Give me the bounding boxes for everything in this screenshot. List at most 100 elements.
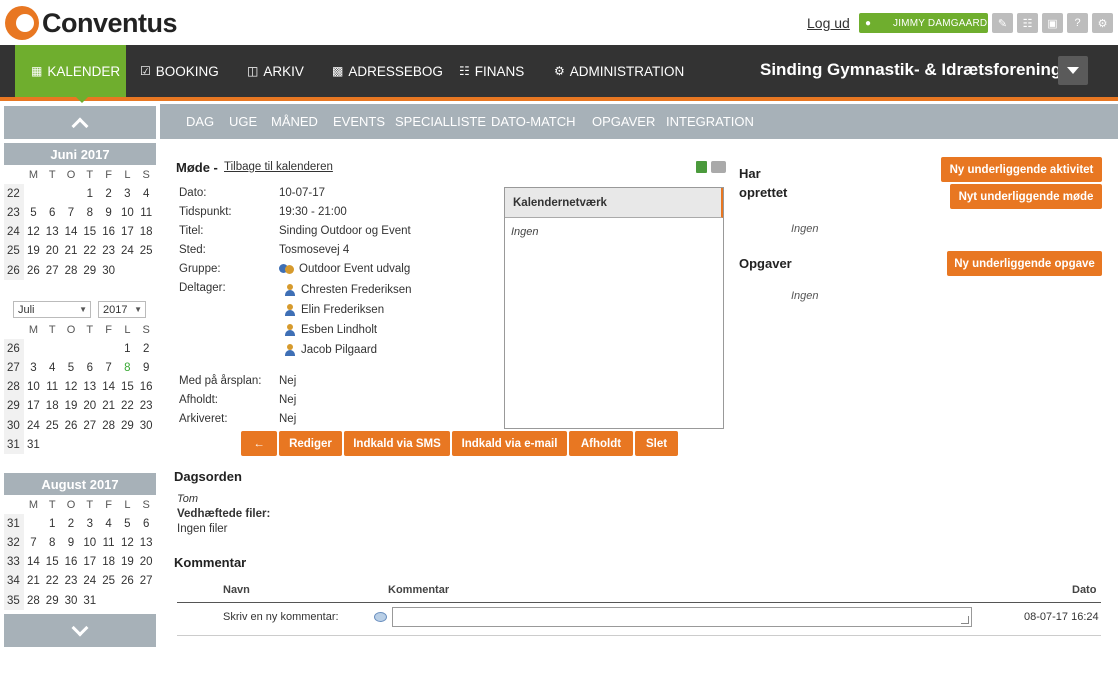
logout-link[interactable]: Log ud: [807, 15, 850, 31]
calendar-day[interactable]: 30: [99, 265, 118, 277]
nav-item-finans[interactable]: ☷ FINANS: [459, 45, 524, 97]
calendar-day[interactable]: 31: [24, 439, 43, 451]
calendar-day[interactable]: 7: [99, 362, 118, 374]
help-icon[interactable]: ?: [1067, 13, 1088, 33]
week-number[interactable]: 31: [4, 435, 24, 455]
calendar-day[interactable]: 26: [62, 420, 81, 432]
week-number[interactable]: 27: [4, 358, 24, 378]
calendar-day[interactable]: 22: [43, 575, 62, 587]
calendar-day[interactable]: 26: [118, 575, 137, 587]
week-number[interactable]: 24: [4, 222, 24, 242]
calendar-day[interactable]: 3: [24, 362, 43, 374]
calendar-day[interactable]: 24: [118, 245, 137, 257]
calendar-day[interactable]: 27: [43, 265, 62, 277]
participant[interactable]: Esben Lindholt: [285, 324, 377, 336]
week-number[interactable]: 28: [4, 377, 24, 397]
calendar-day[interactable]: 9: [99, 207, 118, 219]
calendar-day[interactable]: 8: [80, 207, 99, 219]
calendar-day[interactable]: 25: [137, 245, 156, 257]
edit-button[interactable]: Rediger: [279, 431, 342, 456]
calendar-day[interactable]: 10: [24, 381, 43, 393]
month-select[interactable]: Juli: [13, 301, 91, 318]
calendar-day[interactable]: 28: [62, 265, 81, 277]
calendar-day[interactable]: 19: [62, 400, 81, 412]
calendar-day[interactable]: 12: [118, 537, 137, 549]
calendar-day[interactable]: 29: [118, 420, 137, 432]
tab-specialliste[interactable]: SPECIALLISTE: [395, 114, 486, 129]
calendar-day[interactable]: 15: [80, 226, 99, 238]
calendar-day[interactable]: 13: [43, 226, 62, 238]
nav-item-kalender[interactable]: ▦ KALENDER: [15, 45, 126, 103]
year-select[interactable]: 2017: [98, 301, 146, 318]
calendar-day[interactable]: 5: [24, 207, 43, 219]
calendar-day[interactable]: 15: [118, 381, 137, 393]
gear-icon[interactable]: ⚙: [1092, 13, 1113, 33]
calendar-day[interactable]: 27: [137, 575, 156, 587]
week-number[interactable]: 33: [4, 552, 24, 572]
print-icon[interactable]: [711, 161, 726, 173]
calendar-day[interactable]: 30: [137, 420, 156, 432]
calendar-day[interactable]: 10: [80, 537, 99, 549]
calendar-day[interactable]: 30: [62, 595, 81, 607]
week-number[interactable]: 26: [4, 260, 24, 281]
calendar-day[interactable]: 26: [24, 265, 43, 277]
calendar-day[interactable]: 9: [62, 537, 81, 549]
bank-icon[interactable]: ☷: [1017, 13, 1038, 33]
calendar-day[interactable]: 14: [24, 556, 43, 568]
calendar-day[interactable]: 19: [118, 556, 137, 568]
calendar-day[interactable]: 21: [62, 245, 81, 257]
calendar-day[interactable]: 21: [99, 400, 118, 412]
tab-events[interactable]: EVENTS: [333, 114, 385, 129]
calendar-day[interactable]: 22: [80, 245, 99, 257]
calendar-day[interactable]: 4: [43, 362, 62, 374]
calendar-day[interactable]: 13: [137, 537, 156, 549]
calendar-day[interactable]: 13: [80, 381, 99, 393]
tab-integration[interactable]: INTEGRATION: [666, 114, 754, 129]
week-number[interactable]: 23: [4, 203, 24, 223]
calendar-day[interactable]: 21: [24, 575, 43, 587]
tab-opgaver[interactable]: OPGAVER: [592, 114, 655, 129]
week-number[interactable]: 30: [4, 415, 24, 436]
calendar-day[interactable]: 25: [99, 575, 118, 587]
calendar-day[interactable]: 1: [43, 518, 62, 530]
calendar-day[interactable]: 22: [118, 400, 137, 412]
participant[interactable]: Elin Frederiksen: [285, 304, 384, 316]
calendar-day[interactable]: 25: [43, 420, 62, 432]
calendar-day[interactable]: 7: [24, 537, 43, 549]
calendar-day[interactable]: 17: [80, 556, 99, 568]
invite-sms-button[interactable]: Indkald via SMS: [344, 431, 450, 456]
calendar-day[interactable]: 5: [62, 362, 81, 374]
week-number[interactable]: 22: [4, 184, 24, 204]
calendar-day[interactable]: 9: [137, 362, 156, 374]
field-group[interactable]: Outdoor Event udvalg: [279, 263, 410, 275]
calendar-day[interactable]: 12: [62, 381, 81, 393]
user-button[interactable]: ● JIMMY DAMGAARD: [859, 13, 988, 33]
tab-dag[interactable]: DAG: [186, 114, 214, 129]
calendar-day[interactable]: 17: [24, 400, 43, 412]
calendar-day[interactable]: 10: [118, 207, 137, 219]
calendar-day[interactable]: 20: [137, 556, 156, 568]
calendar-day[interactable]: 7: [62, 207, 81, 219]
calendar-day[interactable]: 17: [118, 226, 137, 238]
calendar-day[interactable]: 15: [43, 556, 62, 568]
calendar-day[interactable]: 14: [99, 381, 118, 393]
participant[interactable]: Chresten Frederiksen: [285, 284, 412, 296]
tab-dato-match[interactable]: DATO-MATCH: [491, 114, 576, 129]
week-number[interactable]: 26: [4, 339, 24, 359]
calendar-day[interactable]: 2: [137, 343, 156, 355]
calendar-day[interactable]: 11: [43, 381, 62, 393]
calendar-prev-button[interactable]: [4, 106, 156, 139]
calendar-day[interactable]: 6: [80, 362, 99, 374]
conventus-logo[interactable]: Conventus: [5, 6, 178, 40]
calendar-day[interactable]: 2: [99, 188, 118, 200]
calendar-day[interactable]: 3: [118, 188, 137, 200]
calendar-day[interactable]: 27: [80, 420, 99, 432]
week-number[interactable]: 35: [4, 590, 24, 611]
calendar-day[interactable]: 29: [80, 265, 99, 277]
calendar-day[interactable]: 1: [118, 343, 137, 355]
chat-icon[interactable]: ✎: [992, 13, 1013, 33]
week-number[interactable]: 29: [4, 396, 24, 416]
calendar-day[interactable]: 6: [137, 518, 156, 530]
calendar-day[interactable]: 6: [43, 207, 62, 219]
calendar-day[interactable]: 24: [80, 575, 99, 587]
